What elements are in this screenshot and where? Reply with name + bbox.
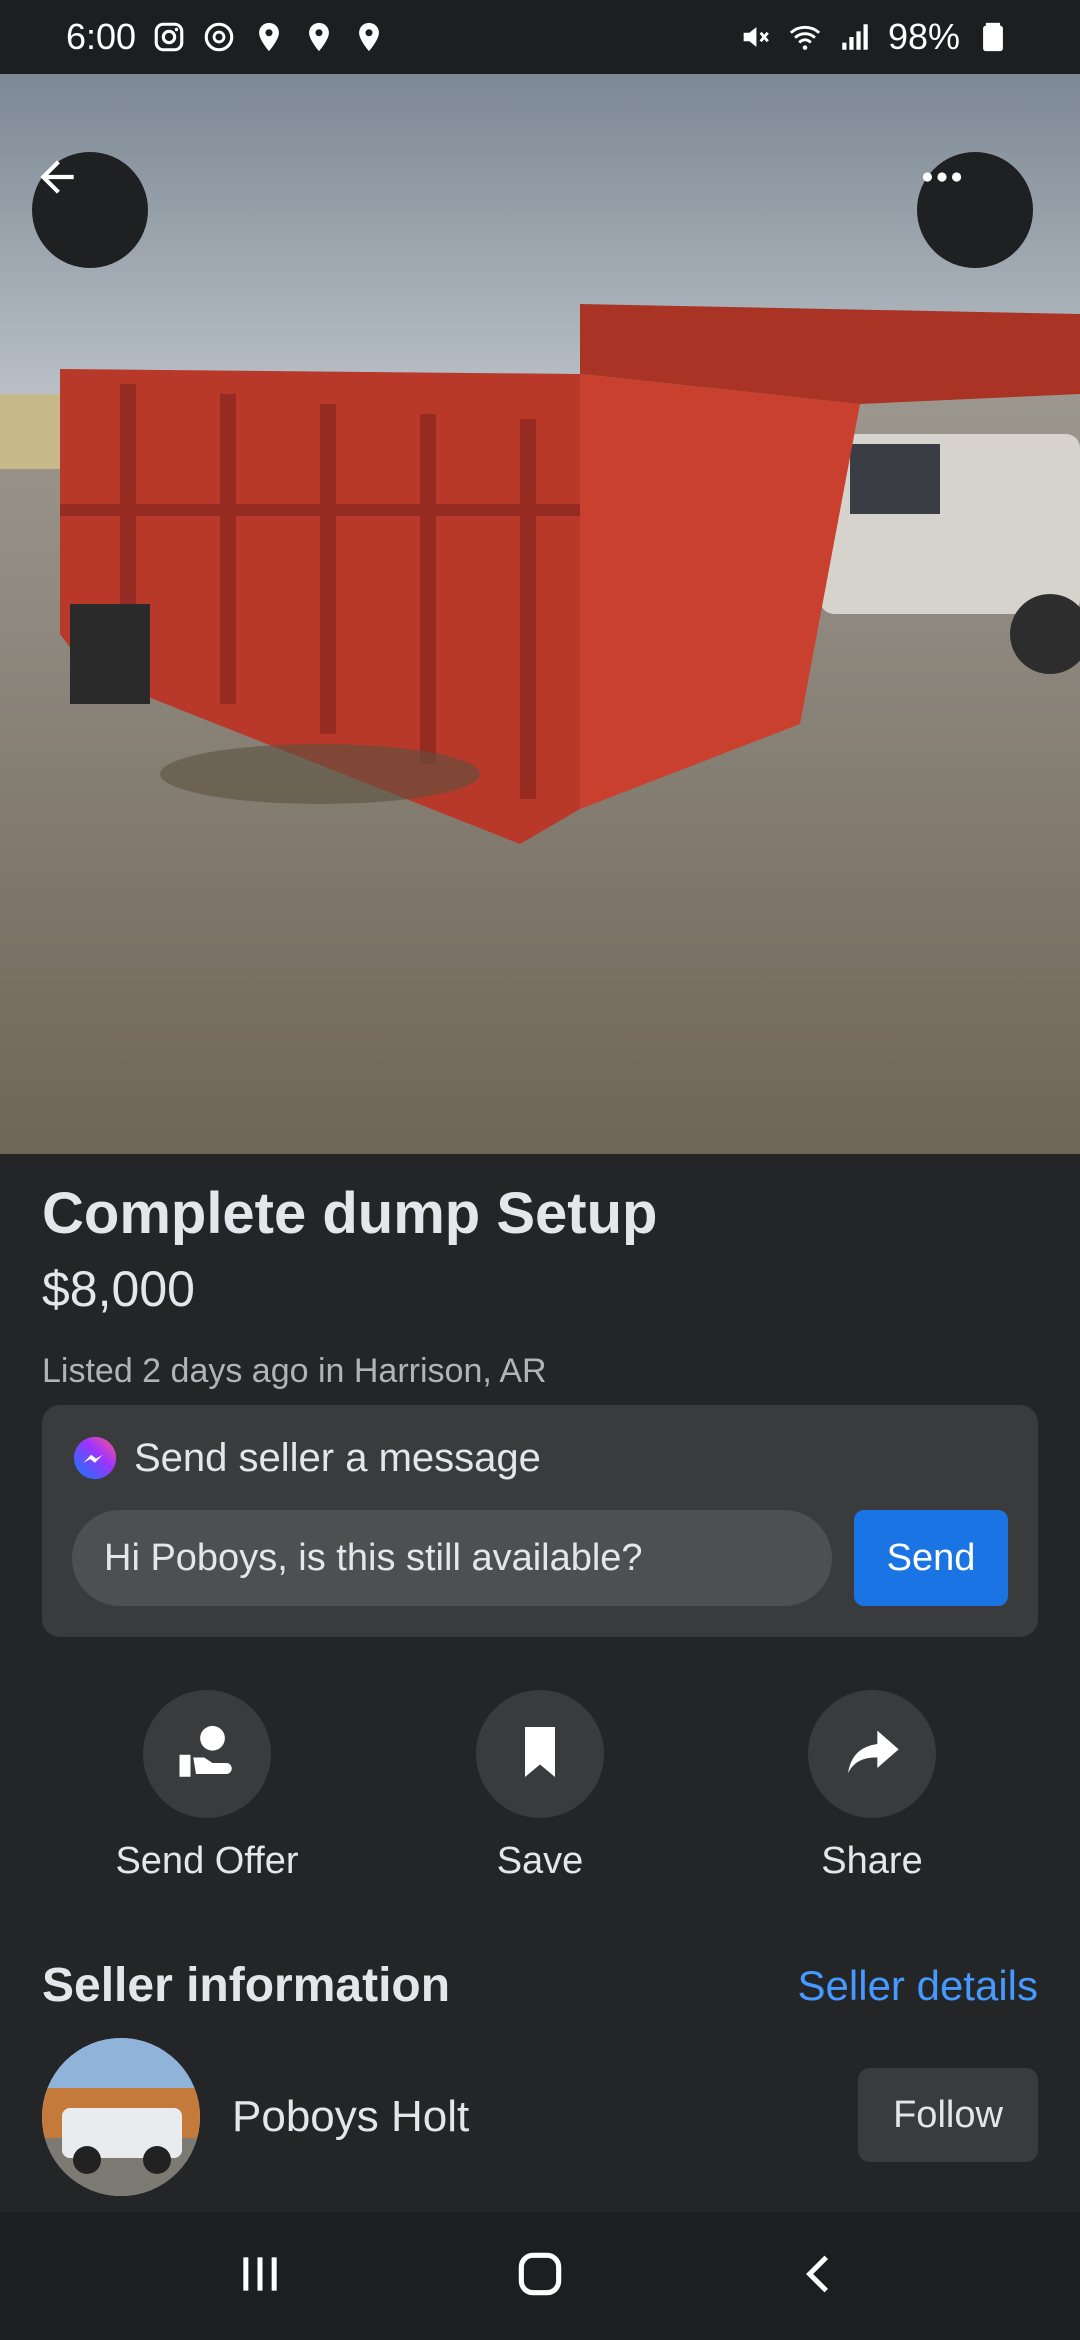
share-label: Share [821,1840,923,1882]
dump-bed-photo [0,74,1080,1154]
seller-avatar[interactable] [42,2038,200,2196]
send-offer-action[interactable]: Send Offer [57,1690,357,1883]
recent-apps-button[interactable] [220,2236,300,2316]
send-button[interactable]: Send [854,1510,1008,1606]
location-pin-icon [252,20,286,54]
status-left: 6:00 [66,16,386,58]
message-input[interactable] [72,1510,832,1606]
system-nav-bar [0,2212,1080,2340]
send-offer-label: Send Offer [115,1840,299,1882]
back-button[interactable] [32,152,148,268]
message-header: Send seller a message [72,1435,541,1481]
listing-title: Complete dump Setup [42,1181,658,1246]
wifi-icon [788,20,822,54]
status-bar: 6:00 98% [0,0,1080,74]
location-pin-icon [352,20,386,54]
listing-actions: Send Offer Save Share [0,1690,1080,1890]
signal-icon [838,20,872,54]
sync-icon [202,20,236,54]
clock: 6:00 [66,16,137,57]
share-action[interactable]: Share [722,1690,1022,1883]
share-icon [840,1720,904,1789]
more-options-button[interactable] [917,152,1033,268]
instagram-icon [152,20,186,54]
message-seller-card: Send seller a message Send [42,1405,1038,1637]
bookmark-icon [510,1722,570,1787]
share-button[interactable] [808,1690,936,1818]
battery-icon [976,20,1010,54]
messenger-icon [72,1435,118,1481]
mute-icon [738,20,772,54]
battery-percent: 98% [887,16,960,57]
back-nav-button[interactable] [780,2236,860,2316]
listing-meta: Listed 2 days ago in Harrison, AR [42,1352,547,1390]
seller-details-link[interactable]: Seller details [798,1962,1038,2010]
seller-info-heading: Seller information [42,1959,451,2012]
chevron-left-icon [795,2249,845,2304]
save-button[interactable] [476,1690,604,1818]
listing-photo[interactable] [0,74,1080,1154]
status-right: 98% [738,16,1010,58]
send-offer-button[interactable] [143,1690,271,1818]
location-pin-icon [302,20,336,54]
home-icon [512,2246,568,2307]
save-action[interactable]: Save [390,1690,690,1883]
follow-button[interactable]: Follow [858,2068,1038,2162]
save-label: Save [496,1840,584,1882]
listing-price: $8,000 [42,1261,195,1317]
home-button[interactable] [500,2236,580,2316]
seller-name[interactable]: Poboys Holt [232,2092,469,2142]
recent-apps-icon [235,2249,285,2304]
offer-icon [174,1719,240,1790]
message-header-label: Send seller a message [134,1435,541,1480]
